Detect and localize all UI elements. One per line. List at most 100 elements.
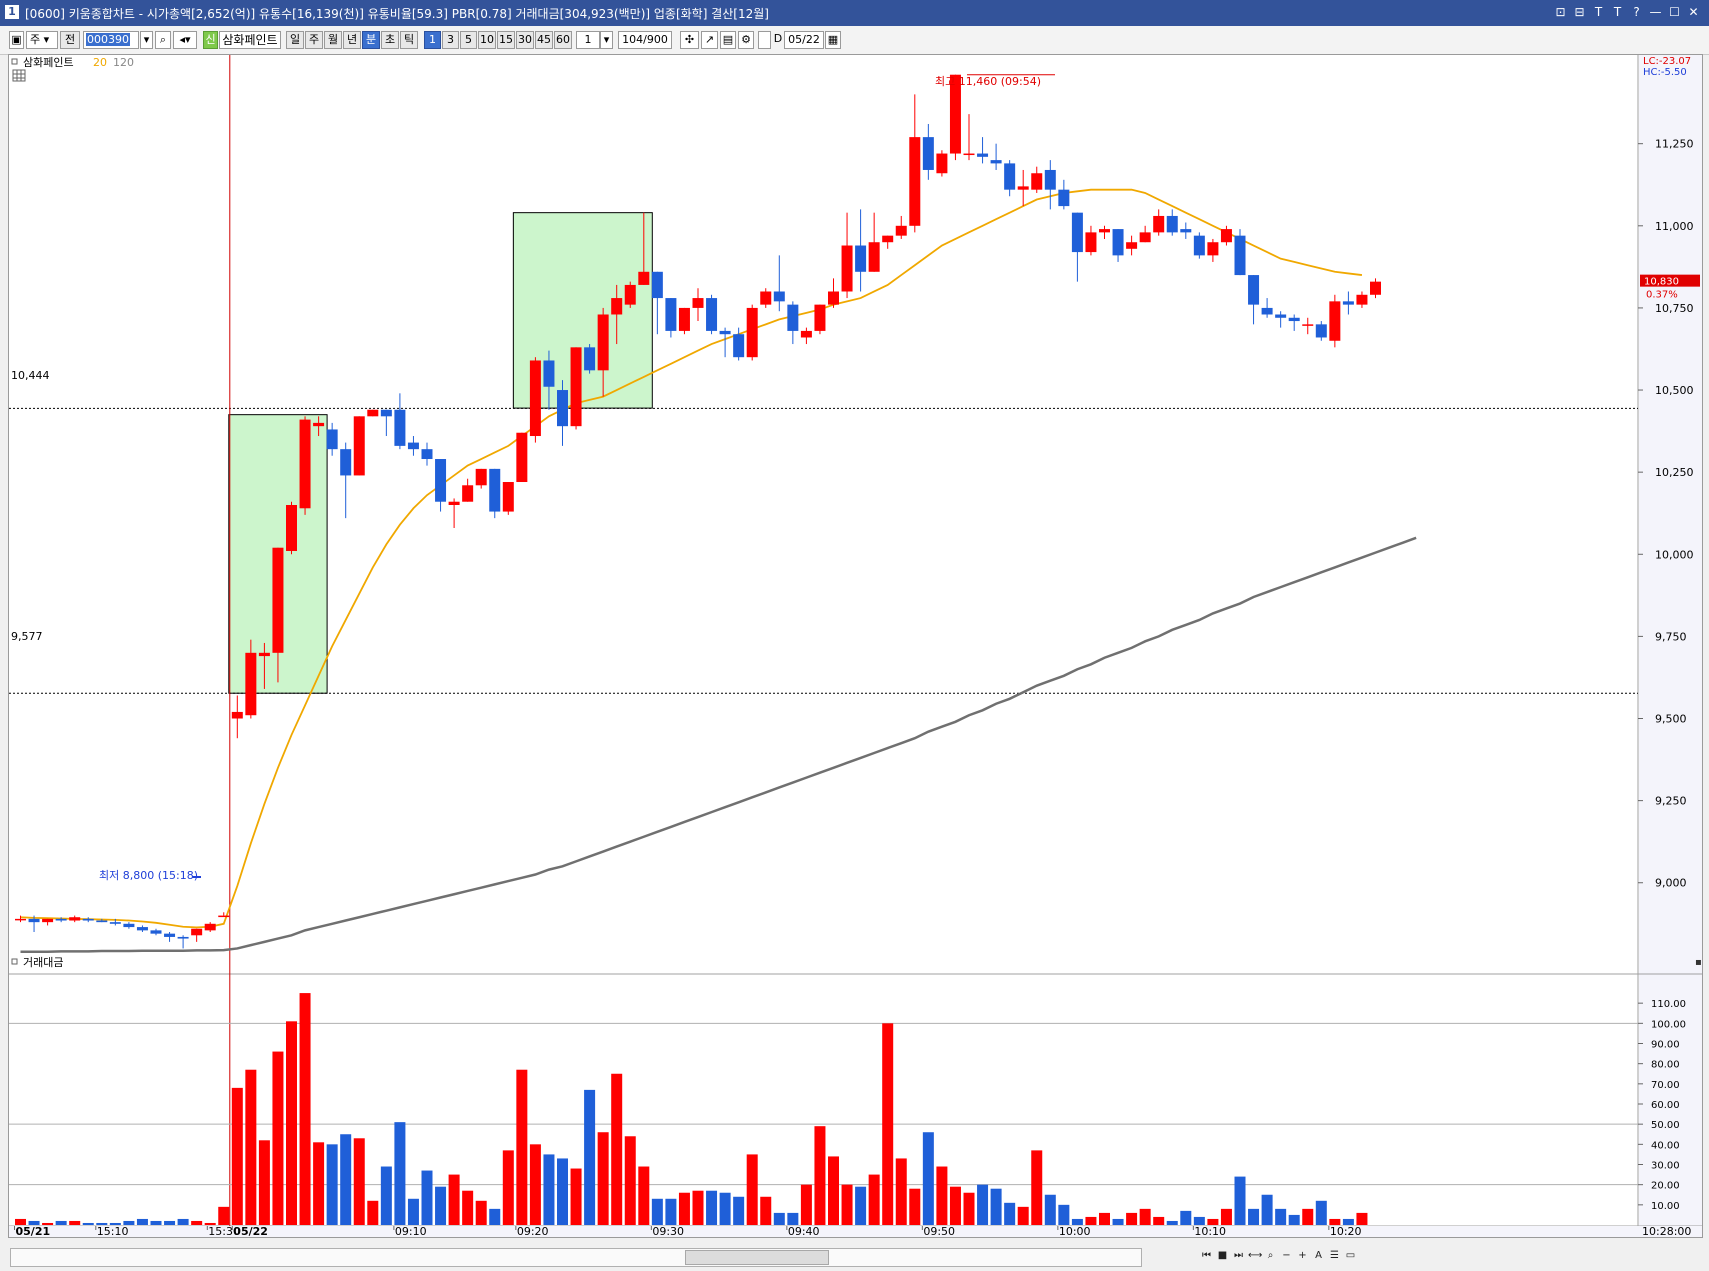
calendar-icon[interactable]: ▦ [825,31,841,49]
candle-body [218,915,230,918]
volume-tick-label: 60.00 [1651,1100,1680,1111]
period-second[interactable]: 초 [381,31,399,49]
maximize-icon[interactable]: ☐ [1667,4,1682,20]
stock-type-select[interactable]: 주 ▾ [26,31,58,49]
candle-body [28,918,40,923]
candle-body [692,298,704,308]
x-tick-label: 15:10 [97,1225,129,1237]
close-icon[interactable]: ✕ [1686,4,1701,20]
stop-icon[interactable]: ■ [1216,1249,1229,1263]
all-button[interactable]: 전 [60,31,80,49]
custom-interval-input[interactable]: 1 [576,31,600,49]
volume-bar [760,1196,772,1225]
candle-body [231,711,243,719]
candle-body [733,334,745,358]
price-tick-label: 10,000 [1655,548,1694,561]
text-tool-icon[interactable]: A [1312,1249,1325,1263]
chart-svg[interactable]: 11,250 11,000 10,750 10,500 10,250 10,000 9,75… [9,55,1702,1238]
period-month[interactable]: 월 [324,31,342,49]
date-checkbox[interactable] [758,31,771,49]
interval-45[interactable]: 45 [535,31,553,49]
zoom-icon[interactable]: ⌕ [1264,1249,1277,1263]
candle-body [868,242,880,272]
candle-body [1099,229,1110,233]
interval-dropdown-icon[interactable]: ▾ [600,31,613,49]
help-icon[interactable]: ? [1629,4,1644,20]
volume-bar [1315,1200,1327,1225]
stock-code-input[interactable]: 000390 [83,31,139,49]
candle-body [678,307,690,331]
volume-bar [733,1196,745,1225]
date-input[interactable]: 05/22 [784,31,824,49]
volume-bar [828,1156,839,1225]
period-tick[interactable]: 틱 [400,31,418,49]
candle-body [719,330,731,335]
volume-tick-label: 90.00 [1651,1040,1680,1051]
indicator-icon[interactable]: ✣ [680,31,699,49]
search-icon[interactable]: ⌕ [155,31,171,49]
candle-body [489,468,501,512]
volume-bar [272,1051,284,1225]
period-week[interactable]: 주 [305,31,323,49]
interval-30[interactable]: 30 [516,31,534,49]
split-icon[interactable]: ⊟ [1572,4,1587,20]
count-field[interactable]: 104/900 [618,31,672,49]
volume-bar [326,1144,338,1225]
range-slider-icon[interactable]: ⟷ [1248,1249,1262,1263]
volume-bar [1180,1210,1192,1225]
volume-bar [841,1184,853,1225]
volume-bar [868,1174,880,1225]
candle-body [1153,215,1165,233]
period-minute[interactable]: 분 [362,31,380,49]
candle-body [665,298,677,331]
interval-15[interactable]: 15 [497,31,515,49]
settings-icon[interactable]: ⚙ [738,31,754,49]
link-icon[interactable]: ⊡ [1553,4,1568,20]
volume-bar [529,1144,541,1225]
candle-body [1329,301,1341,341]
window-menu-icon[interactable]: ▣ [9,31,24,49]
volume-bar [638,1166,650,1225]
scroll-start-icon[interactable]: ⏮ [1200,1249,1213,1263]
candle-body [109,922,121,924]
code-dropdown-icon[interactable]: ▾ [140,31,153,49]
x-tick-label: 09:40 [788,1225,820,1237]
chart-area[interactable]: 11,250 11,000 10,750 10,500 10,250 10,000 9,75… [8,54,1703,1238]
ref-low-label: 9,577 [11,630,43,643]
volume-bar [1288,1214,1300,1225]
horizontal-scrollbar[interactable] [10,1248,1142,1267]
candle-body [963,153,975,156]
volume-bar [462,1190,474,1225]
interval-10[interactable]: 10 [478,31,496,49]
window-icon[interactable]: ▭ [1344,1249,1357,1263]
volume-bar [949,1186,961,1225]
interval-3[interactable]: 3 [442,31,459,49]
volume-bar [475,1200,487,1225]
candle-body [150,930,162,934]
interval-1[interactable]: 1 [424,31,441,49]
candle-body [1085,232,1097,253]
candle-body [1031,173,1043,190]
zoom-out-icon[interactable]: − [1280,1249,1293,1263]
interval-60[interactable]: 60 [554,31,572,49]
volume-bar [353,1138,365,1225]
scroll-end-icon[interactable]: ⏭ [1232,1249,1245,1263]
scrollbar-thumb[interactable] [685,1250,829,1265]
save-icon[interactable]: ▤ [720,31,736,49]
x-tick-label: 05/22 [233,1225,268,1237]
volume-bar [231,1087,243,1225]
minimize-icon[interactable]: — [1648,4,1663,20]
sound-icon[interactable]: ◂▾ [173,31,197,49]
text-icon[interactable]: T [1610,4,1625,20]
draw-tool-icon[interactable]: ↗ [701,31,718,49]
period-year[interactable]: 년 [343,31,361,49]
period-day[interactable]: 일 [286,31,304,49]
volume-bar [773,1212,785,1225]
pin-icon[interactable]: T [1591,4,1606,20]
current-price-label: 10,830 [1644,277,1679,288]
interval-5[interactable]: 5 [460,31,477,49]
volume-bar [1248,1208,1260,1225]
zoom-in-icon[interactable]: + [1296,1249,1309,1263]
candle-body [841,245,853,292]
list-icon[interactable]: ☰ [1328,1249,1341,1263]
